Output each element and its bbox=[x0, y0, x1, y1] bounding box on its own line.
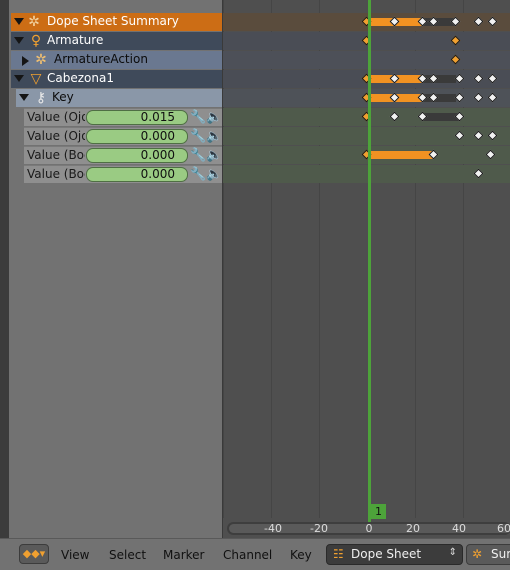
wrench-icon[interactable]: 🔧 bbox=[190, 148, 206, 164]
ruler-label: 0 bbox=[365, 522, 373, 535]
speaker-mute-icon[interactable]: 🔈 bbox=[206, 110, 222, 126]
menu-view[interactable]: View bbox=[61, 548, 89, 562]
region-edge bbox=[0, 0, 9, 538]
dope-sheet-editor: ✲ Dope Sheet Summary ♀ Armature ✲ Armatu… bbox=[0, 0, 510, 570]
ruler-label: -40 bbox=[264, 522, 282, 535]
channel-dope-sheet-summary[interactable]: ✲ Dope Sheet Summary bbox=[11, 13, 222, 31]
channel-armature-action[interactable]: ✲ ArmatureAction bbox=[11, 51, 222, 69]
expand-triangle-icon[interactable] bbox=[14, 37, 24, 44]
fcurve-label: Value (Ojos) bbox=[27, 129, 85, 143]
ruler-label: 40 bbox=[452, 522, 466, 535]
mode-dropdown[interactable]: ☷ Dope Sheet ⇕ bbox=[326, 544, 463, 565]
fcurve-band bbox=[223, 165, 510, 183]
summary-icon: ✲ bbox=[28, 14, 40, 30]
menu-select[interactable]: Select bbox=[109, 548, 146, 562]
updown-arrow-icon: ⇕ bbox=[448, 547, 457, 558]
channel-region: ✲ Dope Sheet Summary ♀ Armature ✲ Armatu… bbox=[0, 0, 222, 538]
menu-channel[interactable]: Channel bbox=[223, 548, 272, 562]
dope-sheet-mode-icon: ☷ bbox=[333, 547, 344, 561]
channel-label: ArmatureAction bbox=[54, 52, 148, 66]
speaker-mute-icon[interactable]: 🔈 bbox=[206, 167, 222, 183]
hold-bar bbox=[423, 113, 459, 121]
object-cone-icon: ▽ bbox=[30, 71, 42, 87]
hold-bar bbox=[369, 151, 433, 159]
wrench-icon[interactable]: 🔧 bbox=[190, 110, 206, 126]
summary-toggle-button[interactable]: ✲ Summary bbox=[466, 544, 510, 565]
ruler-label: 60 bbox=[497, 522, 510, 535]
channel-cabezona1[interactable]: ▽ Cabezona1 bbox=[11, 70, 222, 88]
dope-sheet-editor-icon[interactable]: ◆◆▾ bbox=[19, 544, 49, 564]
editor-header: ◆◆▾ View Select Marker Channel Key ☷ Dop… bbox=[0, 538, 510, 570]
wrench-icon[interactable]: 🔧 bbox=[190, 167, 206, 183]
channel-armature[interactable]: ♀ Armature bbox=[11, 32, 222, 50]
channel-label: Cabezona1 bbox=[47, 71, 114, 85]
fcurve-band bbox=[223, 127, 510, 145]
playhead[interactable] bbox=[368, 0, 371, 522]
fcurve-channel[interactable]: Value (Ojos) 0.000 🔧 🔈 🔓 bbox=[24, 127, 222, 145]
fcurve-channel[interactable]: Value (Boca) 0.000 🔧 🔈 🔓 bbox=[24, 165, 222, 183]
value-field[interactable]: 0.015 bbox=[86, 110, 188, 125]
ruler-label: -20 bbox=[310, 522, 328, 535]
mode-label: Dope Sheet bbox=[351, 547, 422, 561]
expand-triangle-icon[interactable] bbox=[14, 18, 24, 25]
channel-label: Armature bbox=[47, 33, 104, 47]
armature-icon: ♀ bbox=[30, 33, 42, 49]
shape-key-icon: ⚷ bbox=[35, 90, 47, 106]
speaker-mute-icon[interactable]: 🔈 bbox=[206, 129, 222, 145]
hold-bar bbox=[423, 75, 456, 83]
fcurve-label: Value (Boca) bbox=[27, 167, 85, 181]
action-icon: ✲ bbox=[35, 52, 47, 68]
channel-label: Key bbox=[52, 90, 74, 104]
menu-key[interactable]: Key bbox=[290, 548, 312, 562]
expand-triangle-icon[interactable] bbox=[14, 75, 24, 82]
fcurve-channel[interactable]: Value (Boca) 0.000 🔧 🔈 🔓 bbox=[24, 146, 222, 164]
menu-marker[interactable]: Marker bbox=[163, 548, 204, 562]
wrench-icon[interactable]: 🔧 bbox=[190, 129, 206, 145]
value-field[interactable]: 0.000 bbox=[86, 167, 188, 182]
hold-bar bbox=[423, 94, 456, 102]
summary-label: Summary bbox=[491, 547, 510, 561]
current-frame-indicator[interactable]: 1 bbox=[371, 504, 386, 519]
fcurve-label: Value (Ojos) bbox=[27, 110, 85, 124]
speaker-mute-icon[interactable]: 🔈 bbox=[206, 148, 222, 164]
value-field[interactable]: 0.000 bbox=[86, 148, 188, 163]
summary-icon: ✲ bbox=[472, 547, 483, 561]
expand-triangle-icon[interactable] bbox=[22, 56, 29, 66]
channel-key[interactable]: ⚷ Key bbox=[16, 89, 222, 107]
action-band bbox=[223, 51, 510, 69]
value-field[interactable]: 0.000 bbox=[86, 129, 188, 144]
expand-triangle-icon[interactable] bbox=[19, 94, 29, 101]
ruler-label: 20 bbox=[406, 522, 420, 535]
fcurve-channel[interactable]: Value (Ojos) 0.015 🔧 🔈 🔓 bbox=[24, 108, 222, 126]
channel-label: Dope Sheet Summary bbox=[47, 14, 179, 28]
fcurve-label: Value (Boca) bbox=[27, 148, 85, 162]
keyframe-region[interactable]: 1 -40 -20 0 20 40 60 bbox=[222, 0, 510, 538]
